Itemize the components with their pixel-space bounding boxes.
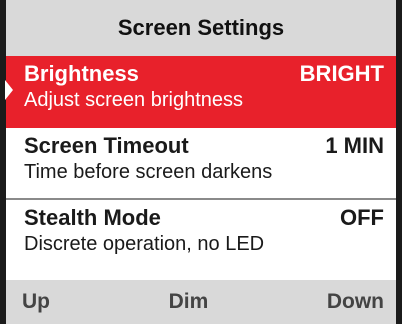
menu-item-value: 1 MIN <box>325 133 384 158</box>
menu-item-stealth-mode[interactable]: Stealth Mode OFF Discrete operation, no … <box>6 200 396 272</box>
menu-item-brightness[interactable]: Brightness BRIGHT Adjust screen brightne… <box>5 56 396 128</box>
screen-title: Screen Settings <box>117 15 285 40</box>
menu-item-value: OFF <box>340 205 384 230</box>
selection-arrow-icon <box>5 80 13 100</box>
softkey-dim[interactable]: Dim <box>169 290 209 314</box>
menu-item-description: Adjust screen brightness <box>24 89 244 111</box>
menu-item-label: Screen Timeout <box>24 133 189 158</box>
title-bar: Screen Settings <box>6 0 396 56</box>
device-screen: Screen Settings Brightness BRIGHT Adjust… <box>0 0 402 324</box>
menu-item-label: Brightness <box>24 61 139 86</box>
softkey-bar: Up Dim Down <box>6 280 396 324</box>
menu-item-value: BRIGHT <box>299 61 384 86</box>
menu-item-description: Time before screen darkens <box>24 161 273 183</box>
menu-item-description: Discrete operation, no LED <box>24 233 265 255</box>
menu-item-label: Stealth Mode <box>24 205 161 230</box>
menu-item-screen-timeout[interactable]: Screen Timeout 1 MIN Time before screen … <box>6 128 396 200</box>
softkey-up[interactable]: Up <box>22 290 50 314</box>
softkey-down[interactable]: Down <box>327 290 384 314</box>
